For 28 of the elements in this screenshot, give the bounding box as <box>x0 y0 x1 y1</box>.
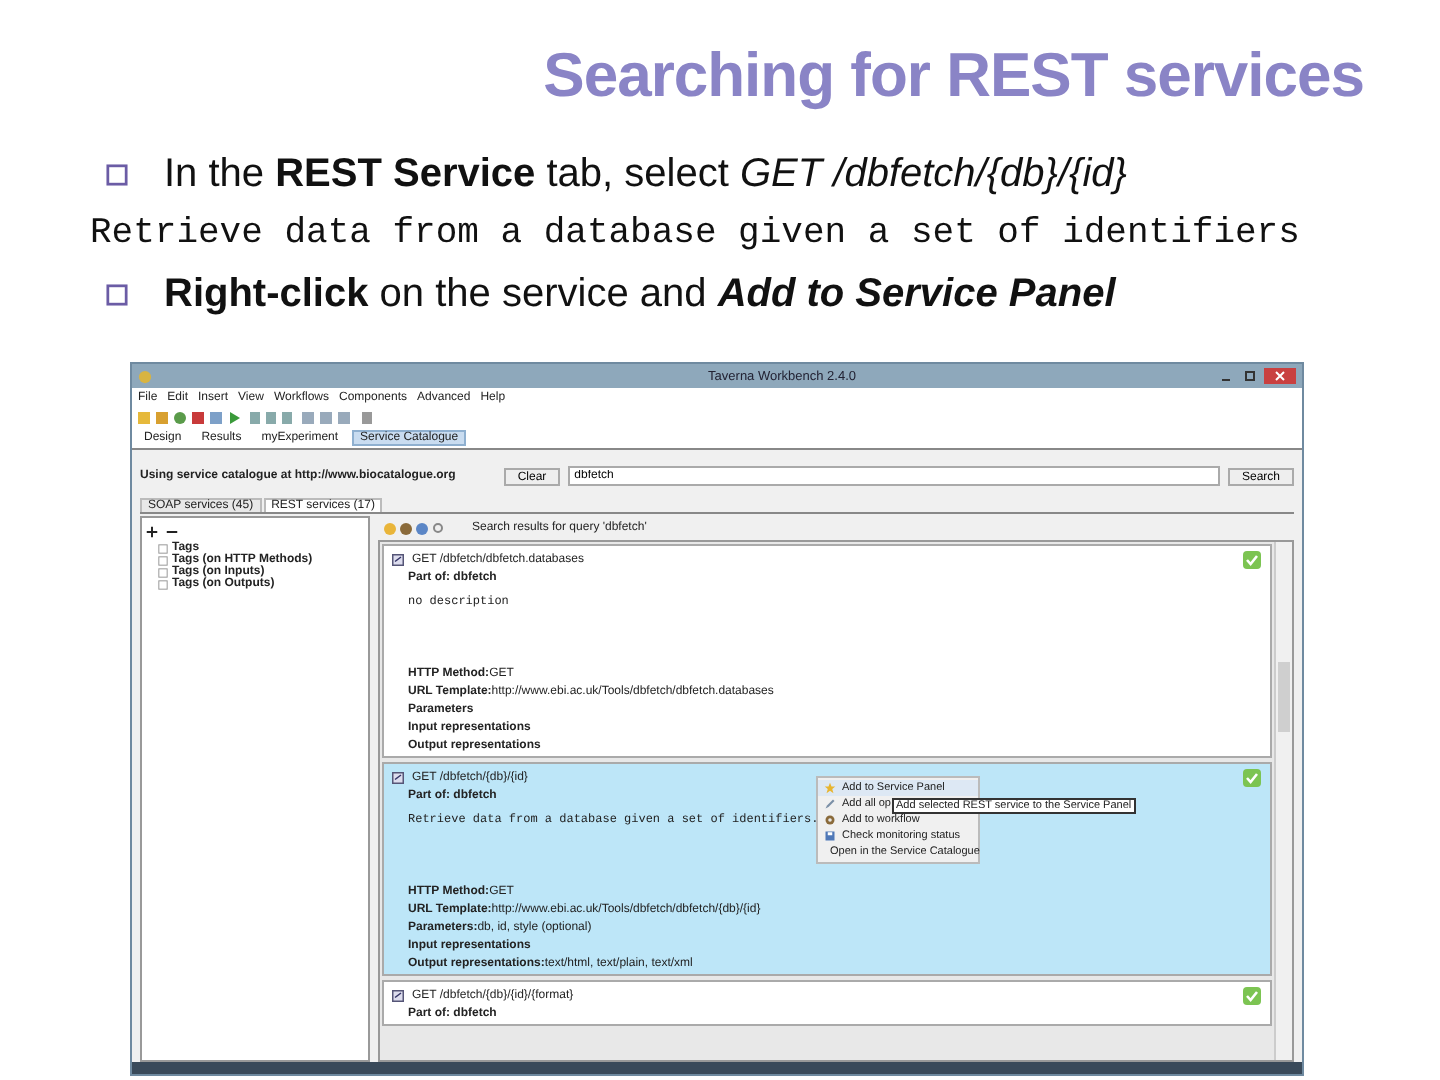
checkbox-icon[interactable] <box>158 555 168 565</box>
app-icon <box>138 369 152 383</box>
results-toolbar-icons-drawing[interactable] <box>384 521 444 535</box>
check-icon <box>1242 549 1262 569</box>
maximize-icon[interactable] <box>1240 368 1260 384</box>
star-icon <box>824 782 836 794</box>
service-icon <box>392 771 404 783</box>
bullet-icon <box>106 163 128 185</box>
checkbox-icon[interactable] <box>158 579 168 589</box>
check-icon <box>1242 767 1262 787</box>
service-icon <box>392 989 404 1001</box>
result-card[interactable] <box>382 762 1272 976</box>
service-icon <box>392 553 404 565</box>
gear-icon <box>824 814 836 826</box>
check-icon <box>1242 985 1262 1005</box>
bullet-icon <box>106 283 128 305</box>
toolbar-icons-drawing[interactable] <box>138 410 378 426</box>
code-text: Retrieve data from a database given a set of identifiers <box>88 212 1302 258</box>
slide-title: Searching for REST services <box>541 38 1366 114</box>
checkbox-icon[interactable] <box>158 543 168 553</box>
bullet-text: Right-click on the service and Add to Service Panel <box>164 271 1116 317</box>
scrollbar[interactable] <box>1274 542 1292 1060</box>
checkbox-icon[interactable] <box>158 567 168 577</box>
plus-icon[interactable] <box>146 526 158 538</box>
disk-icon <box>824 830 836 842</box>
close-icon[interactable] <box>1264 368 1296 384</box>
bullet-text: In the REST Service tab, select GET /dbfetch/{db}/{id} <box>164 151 1127 197</box>
minus-icon[interactable] <box>166 526 178 538</box>
